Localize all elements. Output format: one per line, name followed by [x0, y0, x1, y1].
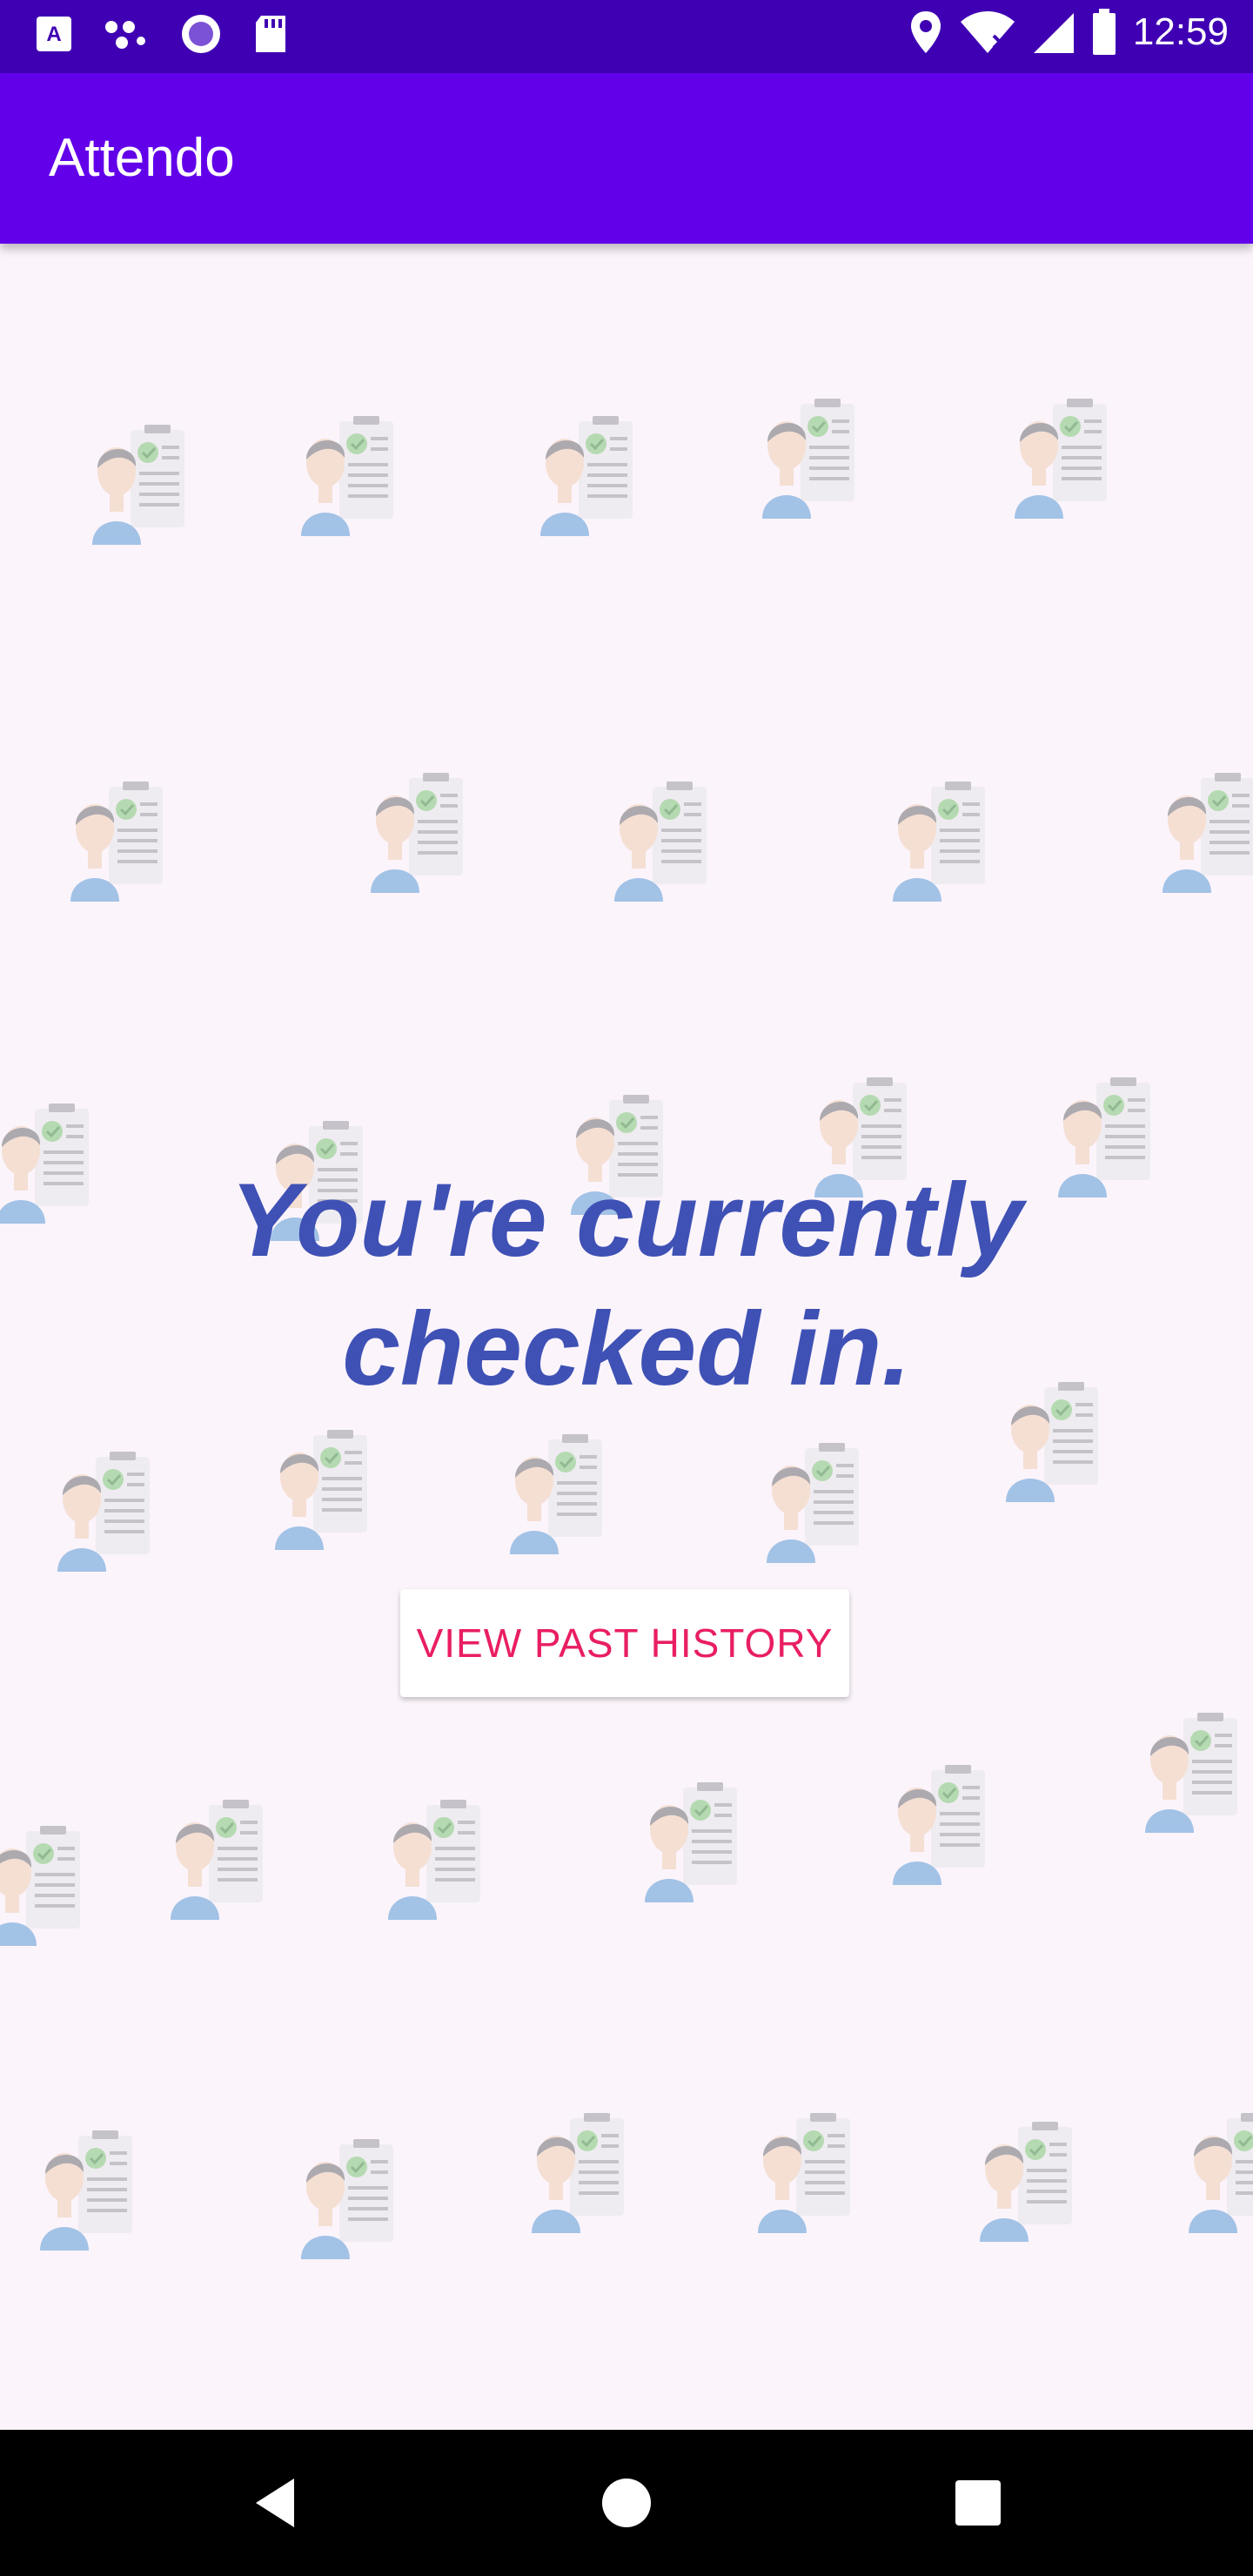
dots-share-icon — [105, 21, 145, 49]
attendance-sheet-person-icon — [1009, 392, 1114, 522]
app-title: Attendo — [49, 128, 235, 188]
attendance-sheet-person-icon — [975, 2115, 1079, 2245]
main-content: You're currently checked in. VIEW PAST H… — [0, 244, 1253, 2430]
attendance-sheet-person-icon — [296, 2132, 400, 2263]
attendance-sheet-person-icon — [888, 775, 992, 905]
attendance-sheet-person-icon — [0, 1819, 87, 1949]
signal-icon — [1033, 13, 1074, 53]
status-bar: A 12:59 — [0, 0, 1253, 73]
attendance-sheet-person-icon — [753, 2106, 857, 2237]
recents-icon — [955, 2480, 1001, 2526]
headline-line-2: checked in. — [342, 1291, 911, 1407]
attendance-sheet-person-icon — [535, 409, 640, 540]
circle-dot-icon — [182, 15, 220, 53]
home-button[interactable] — [585, 2461, 668, 2545]
app-bar: Attendo — [0, 73, 1253, 244]
location-icon — [910, 11, 941, 53]
attendance-sheet-person-icon — [270, 1423, 374, 1553]
status-time: 12:59 — [1132, 10, 1229, 53]
status-right-icons: 12:59 — [908, 9, 1229, 56]
attendance-sheet-person-icon — [65, 775, 170, 905]
view-past-history-button[interactable]: VIEW PAST HISTORY — [400, 1589, 849, 1697]
home-icon — [602, 2479, 651, 2527]
attendance-sheet-person-icon — [526, 2106, 631, 2237]
attendance-sheet-person-icon — [1183, 2106, 1253, 2237]
status-left-icons: A — [35, 12, 289, 56]
attendance-sheet-person-icon — [640, 1775, 744, 1906]
attendance-sheet-person-icon — [296, 409, 400, 540]
attendance-sheet-person-icon — [35, 2123, 139, 2254]
recents-button[interactable] — [936, 2461, 1020, 2545]
attendance-sheet-person-icon — [383, 1793, 487, 1923]
battery-icon — [1092, 9, 1116, 55]
headline-line-1: You're currently — [230, 1162, 1023, 1278]
wifi-icon — [960, 11, 1015, 53]
attendance-sheet-person-icon — [365, 766, 470, 896]
attendance-sheet-person-icon — [761, 1436, 866, 1566]
back-button[interactable] — [233, 2461, 317, 2545]
attendance-sheet-person-icon — [0, 1097, 96, 1227]
navigation-bar — [0, 2430, 1253, 2576]
attendance-sheet-person-icon — [87, 418, 191, 548]
attendance-sheet-person-icon — [757, 392, 861, 522]
back-icon — [256, 2479, 294, 2527]
a-box-icon: A — [37, 17, 71, 51]
attendance-sheet-person-icon — [609, 775, 714, 905]
checked-in-headline: You're currently checked in. — [104, 1156, 1149, 1413]
attendance-sheet-person-icon — [165, 1793, 270, 1923]
attendance-sheet-person-icon — [1140, 1706, 1244, 1836]
attendance-sheet-person-icon — [888, 1758, 992, 1888]
svg-text:A: A — [46, 23, 61, 46]
attendance-sheet-person-icon — [1157, 766, 1253, 896]
sd-card-icon — [256, 16, 285, 52]
attendance-sheet-person-icon — [52, 1445, 157, 1575]
attendance-sheet-person-icon — [505, 1427, 609, 1558]
